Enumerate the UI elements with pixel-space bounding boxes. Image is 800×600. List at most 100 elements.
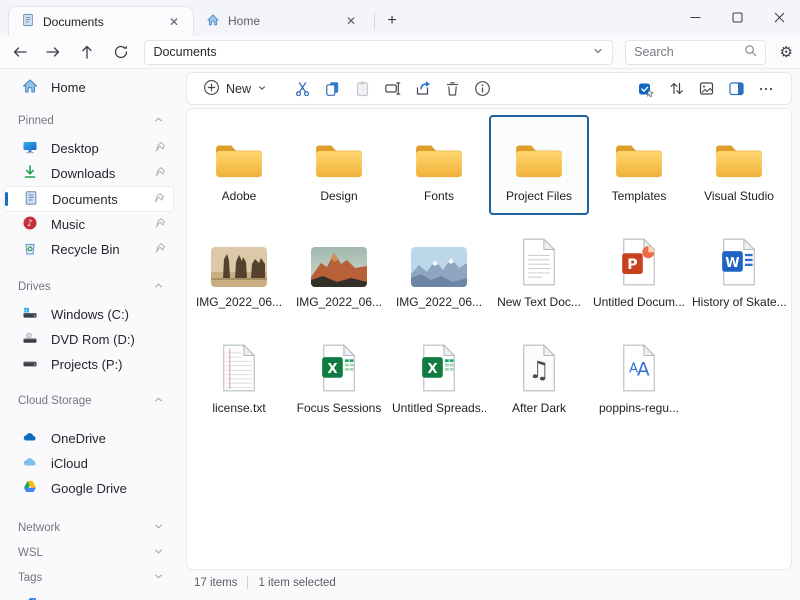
more-options-button[interactable]	[751, 76, 781, 102]
svg-text:P: P	[627, 257, 637, 273]
photo-file[interactable]: IMG_2022_06...	[389, 221, 489, 321]
folder-templates[interactable]: Templates	[589, 115, 689, 215]
sidebar-item-music[interactable]: ♪ Music	[4, 212, 174, 237]
chevron-down-icon[interactable]	[592, 45, 604, 60]
minimize-button[interactable]	[674, 0, 716, 34]
excel-icon: X	[420, 329, 458, 393]
desktop-icon	[22, 139, 38, 158]
new-tab-button[interactable]: +	[379, 8, 405, 34]
drive-dvd-icon	[22, 330, 38, 349]
text-document-icon	[220, 329, 258, 393]
delete-button[interactable]	[437, 76, 467, 102]
font-file-icon: AA	[620, 329, 658, 393]
sidebar-section-network[interactable]: Network	[0, 515, 178, 540]
chevron-up-icon[interactable]	[153, 114, 164, 128]
chevron-up-icon[interactable]	[153, 280, 164, 294]
drive-windows-icon	[22, 305, 38, 324]
photo-file[interactable]: IMG_2022_06...	[289, 221, 389, 321]
sidebar-item-label: iCloud	[51, 456, 166, 471]
tab-documents[interactable]: Documents ✕	[8, 6, 194, 36]
section-label: WSL	[18, 547, 153, 559]
tab-bar: Documents ✕ Home ✕ +	[0, 0, 800, 36]
folder-adobe[interactable]: Adobe	[189, 115, 289, 215]
folder-icon	[513, 117, 565, 181]
sidebar-section-cloud-storage[interactable]: Cloud Storage	[0, 390, 178, 412]
folder-design[interactable]: Design	[289, 115, 389, 215]
up-button[interactable]	[73, 39, 101, 65]
sidebar: Home Pinned Desktop Downloads Documents …	[0, 70, 178, 600]
word-file[interactable]: W History of Skate...	[689, 221, 789, 321]
close-button[interactable]	[758, 0, 800, 34]
sidebar-item-downloads[interactable]: Downloads	[4, 161, 174, 186]
sidebar-section-drives[interactable]: Drives	[0, 276, 178, 298]
sort-button[interactable]	[661, 76, 691, 102]
sidebar-item-recycle-bin[interactable]: ♻ Recycle Bin	[4, 237, 174, 262]
folder-icon	[713, 117, 765, 181]
sidebar-item-label: Documents	[52, 192, 140, 207]
chevron-down-icon[interactable]	[153, 546, 164, 560]
sidebar-section-pinned[interactable]: Pinned	[0, 110, 178, 132]
refresh-button[interactable]	[107, 39, 135, 65]
new-button[interactable]: New	[197, 76, 273, 102]
details-pane-button[interactable]	[721, 76, 751, 102]
sidebar-item-label: Projects (P:)	[51, 357, 166, 372]
text-document-file[interactable]: New Text Doc...	[489, 221, 589, 321]
chevron-down-icon[interactable]	[153, 571, 164, 585]
excel-file[interactable]: X Focus Sessions	[289, 327, 389, 427]
address-bar[interactable]: Documents	[144, 40, 613, 65]
powerpoint-file[interactable]: P Untitled Docum...	[589, 221, 689, 321]
chevron-up-icon[interactable]	[153, 394, 164, 408]
audio-file[interactable]: ♫ After Dark	[489, 327, 589, 427]
rename-button[interactable]	[377, 76, 407, 102]
section-label: Cloud Storage	[18, 395, 153, 407]
back-button[interactable]	[6, 39, 34, 65]
sidebar-item-documents[interactable]: Documents	[4, 186, 174, 212]
sidebar-section-wsl[interactable]: WSL	[0, 540, 178, 565]
cut-button[interactable]	[287, 76, 317, 102]
forward-button[interactable]	[40, 39, 68, 65]
photo-file[interactable]: IMG_2022_06...	[189, 221, 289, 321]
paste-button[interactable]	[347, 76, 377, 102]
svg-text:X: X	[427, 362, 437, 377]
chevron-down-icon[interactable]	[153, 521, 164, 535]
folder-fonts[interactable]: Fonts	[389, 115, 489, 215]
text-file-license[interactable]: license.txt	[189, 327, 289, 427]
search-input[interactable]: Search	[625, 40, 766, 65]
copy-button[interactable]	[317, 76, 347, 102]
text-document-icon	[520, 223, 558, 287]
command-toolbar: New	[186, 72, 792, 105]
select-all-button[interactable]	[631, 76, 661, 102]
settings-gear-icon[interactable]: ⚙	[772, 39, 800, 65]
search-placeholder: Search	[634, 45, 744, 59]
sidebar-item-desktop[interactable]: Desktop	[4, 136, 174, 161]
sidebar-item-label: Desktop	[51, 141, 141, 156]
home-icon	[22, 78, 38, 97]
navigation-bar: Documents Search ⚙	[0, 36, 800, 69]
sidebar-section-tags[interactable]: Tags	[0, 565, 178, 590]
grid-row: license.txt X Focus Sessions X Untitled …	[189, 327, 791, 427]
share-button[interactable]	[407, 76, 437, 102]
pin-icon	[154, 141, 166, 156]
tab-home[interactable]: Home ✕	[194, 6, 370, 36]
tab-close-icon[interactable]: ✕	[342, 12, 360, 30]
sidebar-item-onedrive[interactable]: OneDrive	[4, 426, 174, 451]
folder-icon	[613, 117, 665, 181]
folder-visual-studio[interactable]: Visual Studio	[689, 115, 789, 215]
maximize-button[interactable]	[716, 0, 758, 34]
status-bar: 17 items 1 item selected	[194, 576, 336, 589]
sidebar-item-tag-home[interactable]: Home	[4, 592, 174, 600]
excel-file[interactable]: X Untitled Spreads...	[389, 327, 489, 427]
sidebar-item-google-drive[interactable]: Google Drive	[4, 476, 174, 501]
view-options-button[interactable]	[691, 76, 721, 102]
tag-icon	[22, 596, 38, 600]
font-file[interactable]: AA poppins-regu...	[589, 327, 689, 427]
sidebar-item-icloud[interactable]: iCloud	[4, 451, 174, 476]
sidebar-item-dvd-d[interactable]: DVD Rom (D:)	[4, 327, 174, 352]
tab-close-icon[interactable]: ✕	[165, 13, 183, 31]
sidebar-item-home[interactable]: Home	[4, 74, 174, 100]
folder-project-files[interactable]: Project Files	[489, 115, 589, 215]
sidebar-item-windows-c[interactable]: Windows (C:)	[4, 302, 174, 327]
file-label: Project Files	[506, 189, 572, 203]
sidebar-item-projects-p[interactable]: Projects (P:)	[4, 352, 174, 377]
properties-info-button[interactable]	[467, 76, 497, 102]
